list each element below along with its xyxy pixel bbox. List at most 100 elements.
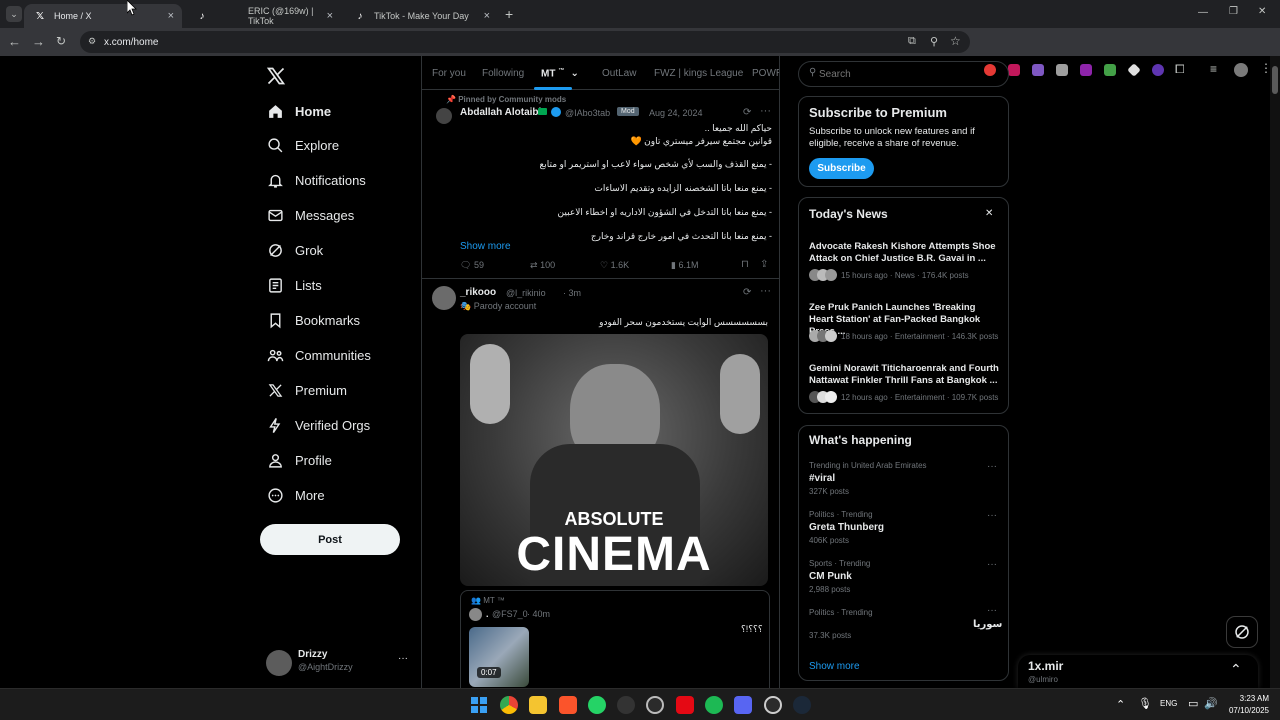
author-name[interactable]: Abdallah Alotaibi <box>460 107 541 118</box>
chrome-taskbar-icon[interactable] <box>500 696 518 714</box>
news-item[interactable]: Zee Pruk Panich Launches 'Breaking Heart… <box>809 302 999 342</box>
windows-start-icon[interactable] <box>471 697 487 713</box>
sidebar-item-explore[interactable]: Explore <box>266 131 339 159</box>
forward-arrow-icon[interactable]: → <box>32 34 45 49</box>
brave-browser-icon[interactable] <box>559 696 577 714</box>
sidebar-item-lists[interactable]: Lists <box>266 271 322 299</box>
tab-outlaw[interactable]: OutLaw <box>602 68 636 79</box>
browser-tab-home-x[interactable]: 𝕏 Home / X × <box>24 4 182 28</box>
trend-more-icon[interactable]: ··· <box>987 559 997 570</box>
extension-grid-icon[interactable] <box>1056 64 1068 76</box>
tab-close-icon[interactable]: × <box>168 10 174 22</box>
reply-button[interactable]: 🗨 59 <box>460 260 484 271</box>
author-name[interactable]: _rikooo <box>460 287 496 298</box>
close-icon[interactable]: ✕ <box>985 208 993 219</box>
sidebar-item-premium[interactable]: Premium <box>266 376 347 404</box>
grok-app-icon[interactable] <box>617 696 635 714</box>
sidebar-item-verified-orgs[interactable]: Verified Orgs <box>266 411 370 439</box>
tab-fwz-kings-league[interactable]: FWZ | kings League <box>654 68 743 79</box>
back-arrow-icon[interactable]: ← <box>8 34 21 49</box>
author-handle[interactable]: @l_rikinio <box>506 288 546 298</box>
media-control-icon[interactable]: ≡ <box>1210 62 1217 76</box>
bookmark-star-icon[interactable]: ☆ <box>950 34 961 48</box>
clock-time[interactable]: 3:23 AM <box>1225 694 1269 703</box>
trend-item[interactable]: Trending in United Arab Emirates #viral … <box>809 461 999 501</box>
address-bar[interactable]: ⚙ x.com/home ⧉ ⚲ ☆ <box>80 31 970 53</box>
chevron-down-icon[interactable]: ⌄ <box>570 68 578 79</box>
news-item[interactable]: Gemini Norawit Titicharoenrak and Fourth… <box>809 363 999 403</box>
window-close-button[interactable]: ✕ <box>1258 6 1266 17</box>
microphone-icon[interactable]: 🎙 <box>1138 697 1152 710</box>
repost-button[interactable]: ⇄ 100 <box>530 260 555 271</box>
scrollbar-thumb[interactable] <box>1272 66 1278 94</box>
trend-item[interactable]: Sports · Trending CM Punk 2,988 posts ··… <box>809 559 999 599</box>
extension-shield-icon[interactable] <box>1032 64 1044 76</box>
trends-show-more-link[interactable]: Show more <box>809 661 860 672</box>
trend-more-icon[interactable]: ··· <box>987 461 997 472</box>
sidebar-item-home[interactable]: Home <box>266 97 331 125</box>
video-thumbnail[interactable]: 0:07 <box>469 627 529 687</box>
tab-for-you[interactable]: For you <box>432 68 466 79</box>
extension-eye-icon[interactable] <box>1152 64 1164 76</box>
tab-close-icon[interactable]: × <box>327 10 333 22</box>
profile-avatar-icon[interactable] <box>1234 63 1248 77</box>
steam-icon[interactable] <box>793 696 811 714</box>
trend-item[interactable]: Politics · Trending Greta Thunberg 406K … <box>809 510 999 550</box>
show-more-link[interactable]: Show more <box>460 241 511 252</box>
post-time[interactable]: · 3m <box>563 288 581 298</box>
trend-item[interactable]: Politics · Trending سوريا 37.3K posts ··… <box>809 605 1002 648</box>
tab-following[interactable]: Following <box>482 68 524 79</box>
sidebar-item-communities[interactable]: Communities <box>266 341 371 369</box>
whatsapp-icon[interactable] <box>588 696 606 714</box>
extensions-puzzle-icon[interactable]: ⧠ <box>1175 62 1185 77</box>
grok-floating-button[interactable] <box>1226 616 1258 648</box>
trend-more-icon[interactable]: ··· <box>987 510 997 521</box>
account-switcher[interactable]: Drizzy @AightDrizzy ··· <box>266 648 416 676</box>
avatar[interactable] <box>436 108 452 124</box>
site-info-icon[interactable]: ⚙ <box>88 36 96 47</box>
zoom-icon[interactable]: ⚲ <box>930 35 938 48</box>
clock-app-icon[interactable] <box>764 696 782 714</box>
install-app-icon[interactable]: ⧉ <box>908 35 916 48</box>
grok-explain-icon[interactable]: ⟳ <box>743 107 751 118</box>
subscribe-button[interactable]: Subscribe <box>809 158 874 179</box>
browser-tab-tiktok-eric[interactable]: ♪ ERIC (@169w) | TikTok × <box>186 4 341 28</box>
tray-chevron-up-icon[interactable]: ⌃ <box>1116 698 1125 711</box>
post[interactable]: _rikooo @l_rikinio · 3m ⟳ ··· 🎭 Parody a… <box>422 280 779 688</box>
views-button[interactable]: ▮ 6.1M <box>671 260 698 271</box>
page-scrollbar[interactable] <box>1270 56 1280 688</box>
post-button[interactable]: Post <box>260 524 400 555</box>
network-icon[interactable]: ▭ <box>1188 697 1198 710</box>
post-date[interactable]: Aug 24, 2024 <box>649 108 703 118</box>
reload-icon[interactable]: ↻ <box>56 34 66 48</box>
window-minimize-button[interactable]: — <box>1198 7 1208 18</box>
file-explorer-icon[interactable] <box>529 696 547 714</box>
search-input[interactable] <box>819 66 999 82</box>
netflix-icon[interactable] <box>676 696 694 714</box>
spotify-icon[interactable] <box>705 696 723 714</box>
sidebar-item-more[interactable]: More <box>266 481 325 509</box>
sidebar-item-bookmarks[interactable]: Bookmarks <box>266 306 360 334</box>
window-maximize-button[interactable]: ❐ <box>1229 6 1238 17</box>
sidebar-item-notifications[interactable]: Notifications <box>266 166 366 194</box>
app-ring-icon[interactable] <box>646 696 664 714</box>
sidebar-item-grok[interactable]: Grok <box>266 236 323 264</box>
account-more-icon[interactable]: ··· <box>398 653 408 664</box>
extension-diamond-icon[interactable] <box>1127 63 1141 77</box>
grok-explain-icon[interactable]: ⟳ <box>743 287 751 298</box>
expand-up-icon[interactable]: ⌃ <box>1230 661 1242 678</box>
extension-purple-icon[interactable] <box>1080 64 1092 76</box>
author-handle[interactable]: @IAbo3tab <box>565 108 610 118</box>
x-logo-icon[interactable] <box>266 66 286 86</box>
news-item[interactable]: Advocate Rakesh Kishore Attempts Shoe At… <box>809 241 999 281</box>
tab-powr[interactable]: POWR <box>752 68 779 79</box>
avatar[interactable] <box>432 286 456 310</box>
extension-green-shield-icon[interactable] <box>1104 64 1116 76</box>
quoted-post[interactable]: 👥 MT ™ . @FS7_0 · 40m ؟؟؟!؟ 0:07 <box>460 590 770 688</box>
trend-more-icon[interactable]: ··· <box>987 605 997 616</box>
post-more-icon[interactable]: ··· <box>760 285 771 297</box>
extension-pink-icon[interactable] <box>1008 64 1020 76</box>
messages-drawer[interactable]: 1x.mir @ulmiro ⌃ <box>1018 655 1258 688</box>
language-indicator[interactable]: ENG <box>1160 699 1177 708</box>
browser-tab-tiktok-home[interactable]: ♪ TikTok - Make Your Day × <box>344 4 498 28</box>
